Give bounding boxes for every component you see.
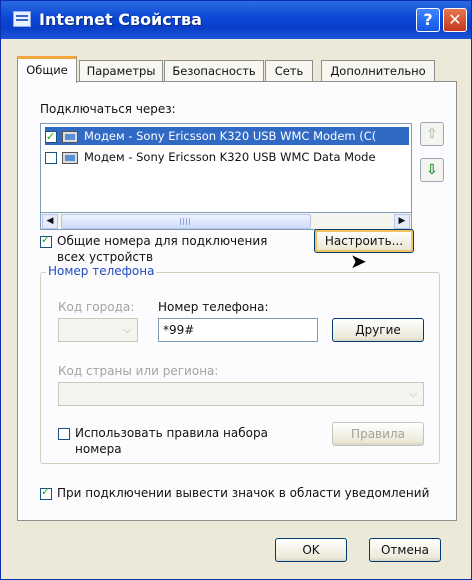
chevron-down-icon: ⌵ xyxy=(122,323,132,336)
horizontal-scrollbar[interactable]: ◀ ▶ xyxy=(40,213,412,230)
shared-numbers-label-1: Общие номера для подключения xyxy=(57,234,268,248)
device-label: Модем - Sony Ericsson K320 USB WMC Data … xyxy=(84,150,376,164)
area-code-select[interactable]: ⌵ xyxy=(58,318,138,342)
list-item[interactable]: Модем - Sony Ericsson K320 USB WMC Data … xyxy=(45,148,409,166)
tab-network[interactable]: Сеть xyxy=(265,60,313,82)
close-button[interactable]: ✕ xyxy=(443,8,467,32)
device-label: Модем - Sony Ericsson K320 USB WMC Modem… xyxy=(84,129,377,143)
dialing-rules-label-2: номера xyxy=(75,442,122,456)
shared-numbers-label-2: всех устройств xyxy=(57,250,154,264)
notify-checkbox[interactable] xyxy=(40,485,52,500)
device-list[interactable]: Модем - Sony Ericsson K320 USB WMC Modem… xyxy=(40,123,412,213)
dialing-rules-checkbox-row[interactable]: Использовать правила набора xyxy=(58,426,268,440)
mouse-cursor-icon: ➤ xyxy=(350,249,367,273)
rules-button[interactable]: Правила xyxy=(332,422,424,446)
phone-number-label: Номер телефона: xyxy=(158,300,269,314)
shared-numbers-checkbox[interactable] xyxy=(40,233,52,248)
window-title: Internet Свойства xyxy=(39,10,202,29)
move-up-button[interactable]: ⇧ xyxy=(420,122,444,146)
scroll-left-icon[interactable]: ◀ xyxy=(42,214,58,229)
modem-icon xyxy=(62,151,78,164)
ok-button[interactable]: OK xyxy=(275,538,347,562)
shared-numbers-checkbox-row[interactable]: Общие номера для подключения xyxy=(40,233,268,248)
scroll-thumb[interactable] xyxy=(61,214,311,229)
area-code-label: Код города: xyxy=(58,300,135,314)
tab-strip: Общие Параметры Безопасность Сеть Дополн… xyxy=(17,56,457,83)
country-code-label: Код страны или региона: xyxy=(58,364,219,378)
tab-parameters[interactable]: Параметры xyxy=(79,60,163,82)
dialing-rules-checkbox[interactable] xyxy=(58,427,70,440)
dialing-rules-label-1: Использовать правила набора xyxy=(75,426,268,440)
other-button[interactable]: Другие xyxy=(332,318,424,342)
move-down-button[interactable]: ⇩ xyxy=(420,158,444,182)
window-icon xyxy=(13,11,31,27)
help-button[interactable]: ? xyxy=(416,8,440,32)
chevron-down-icon: ⌵ xyxy=(408,387,418,400)
cancel-button[interactable]: Отмена xyxy=(369,538,441,562)
notify-label: При подключении вывести значок в области… xyxy=(57,486,430,500)
phone-number-input[interactable]: *99# xyxy=(158,318,318,342)
list-item[interactable]: Модем - Sony Ericsson K320 USB WMC Modem… xyxy=(45,127,409,145)
notify-checkbox-row[interactable]: При подключении вывести значок в области… xyxy=(40,485,430,500)
connect-via-label: Подключаться через: xyxy=(40,102,176,116)
modem-icon xyxy=(62,130,78,143)
scroll-right-icon[interactable]: ▶ xyxy=(394,214,410,229)
internet-properties-window: Internet Свойства ? ✕ Общие Параметры Бе… xyxy=(0,0,472,580)
tab-advanced[interactable]: Дополнительно xyxy=(321,60,435,82)
title-bar[interactable]: Internet Свойства ? ✕ xyxy=(1,1,471,39)
device-checkbox[interactable] xyxy=(45,151,57,164)
tab-general[interactable]: Общие xyxy=(17,56,77,83)
tab-security[interactable]: Безопасность xyxy=(164,60,264,82)
phone-group-title: Номер телефона xyxy=(46,264,157,278)
country-code-select[interactable]: ⌵ xyxy=(58,382,424,406)
device-checkbox[interactable] xyxy=(45,128,57,145)
general-tab-panel: Подключаться через: Модем - Sony Ericsso… xyxy=(17,81,457,521)
